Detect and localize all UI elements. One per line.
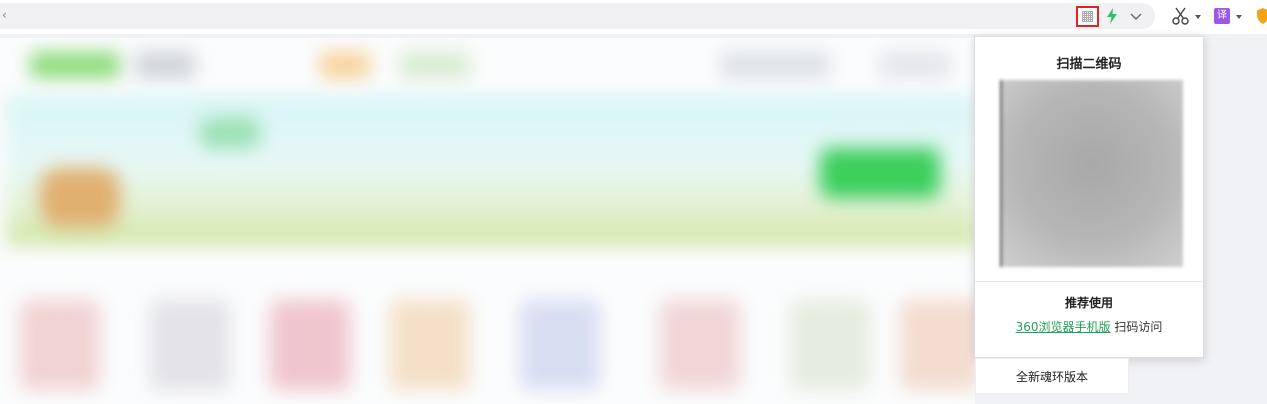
thumbnail-blob (790, 300, 870, 390)
banner-text-blob (200, 118, 260, 148)
qr-code-image (1000, 80, 1183, 267)
qr-code-icon (1082, 11, 1093, 22)
thumbnail-blob (520, 300, 600, 390)
thumbnail-blob (270, 300, 350, 390)
scan-visit-text: 扫码访问 (1110, 320, 1163, 334)
qr-code-button[interactable] (1076, 6, 1099, 27)
qr-code-popup: 扫描二维码 推荐使用 360浏览器手机版 扫码访问 (974, 36, 1204, 358)
banner-action-blob (820, 148, 940, 198)
thumbnail-blob (660, 300, 740, 390)
thumbnail-blob (900, 300, 975, 390)
banner-figure-blob (40, 168, 120, 228)
popup-divider (975, 281, 1203, 282)
thumbnail-blob (390, 300, 470, 390)
popup-title: 扫描二维码 (1056, 57, 1122, 72)
address-bar[interactable]: ‹ (0, 3, 1155, 29)
nav-blob (880, 52, 950, 78)
chevron-down-icon[interactable] (1129, 9, 1143, 23)
browser-toolbar: ‹ 译 (0, 0, 1267, 34)
recommend-line: 360浏览器手机版 扫码访问 (975, 318, 1203, 335)
translate-icon[interactable]: 译 (1214, 8, 1230, 24)
translate-caret-icon[interactable] (1236, 15, 1242, 19)
nav-logo-blob (30, 52, 120, 78)
blurred-page-content (0, 38, 975, 404)
thumbnail-blob (150, 300, 230, 390)
scissors-icon[interactable] (1171, 6, 1191, 26)
recommend-title: 推荐使用 (1064, 296, 1113, 310)
shield-icon[interactable] (1256, 7, 1267, 25)
nav-blob (400, 52, 470, 78)
nav-blob (135, 52, 195, 78)
mobile-browser-link[interactable]: 360浏览器手机版 (1016, 320, 1111, 334)
scissors-caret-icon[interactable] (1195, 15, 1201, 19)
nav-blob (320, 52, 370, 78)
nav-blob (720, 52, 830, 78)
thumbnail-blob (20, 300, 100, 390)
address-bar-text: ‹ (2, 8, 7, 22)
lightning-icon[interactable] (1106, 8, 1118, 24)
dropdown-item[interactable]: 全新魂环版本 (975, 358, 1129, 394)
